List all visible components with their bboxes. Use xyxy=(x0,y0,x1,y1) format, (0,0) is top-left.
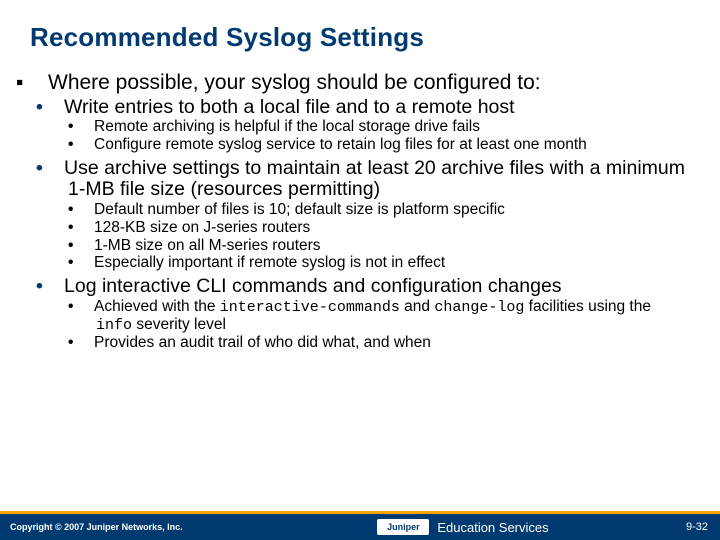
code-fragment: interactive-commands xyxy=(220,299,400,316)
group-1: •Use archive settings to maintain at lea… xyxy=(34,158,686,272)
dot-bullet-icon: • xyxy=(52,158,64,180)
slide: Recommended Syslog Settings ▪Where possi… xyxy=(0,0,720,540)
bullet-lvl3: •Achieved with the interactive-commands … xyxy=(82,298,686,334)
bullet-lvl3: •Configure remote syslog service to reta… xyxy=(82,136,686,154)
group-2: •Log interactive CLI commands and config… xyxy=(34,276,686,352)
bullet-lvl3: •Especially important if remote syslog i… xyxy=(82,254,686,272)
lvl3-text: Provides an audit trail of who did what,… xyxy=(94,334,431,351)
bullet-lvl3: •128-KB size on J-series routers xyxy=(82,219,686,237)
lvl3-text: 128-KB size on J-series routers xyxy=(94,219,310,236)
code-fragment: change-log xyxy=(434,299,524,316)
dot-bullet-icon: • xyxy=(82,118,94,136)
dot-bullet-icon: • xyxy=(82,237,94,255)
bullet-lvl3: •1-MB size on all M-series routers xyxy=(82,237,686,255)
footer-bar: Copyright © 2007 Juniper Networks, Inc. … xyxy=(0,514,720,540)
dot-bullet-icon: • xyxy=(82,254,94,272)
text-fragment: and xyxy=(400,298,434,315)
text-fragment: Achieved with the xyxy=(94,298,220,315)
bullet-lvl2: •Write entries to both a local file and … xyxy=(52,97,686,119)
dot-bullet-icon: • xyxy=(52,276,64,298)
lvl3-text: Remote archiving is helpful if the local… xyxy=(94,118,480,135)
bullet-lvl1: ▪Where possible, your syslog should be c… xyxy=(34,71,686,95)
bullet-lvl3: •Remote archiving is helpful if the loca… xyxy=(82,118,686,136)
footer-center: Juniper Education Services xyxy=(240,519,686,535)
bullet-lvl3: •Provides an audit trail of who did what… xyxy=(82,334,686,352)
text-fragment: facilities using the xyxy=(524,298,651,315)
copyright-text: Copyright © 2007 Juniper Networks, Inc. xyxy=(0,522,240,532)
lvl3-text: Especially important if remote syslog is… xyxy=(94,254,445,271)
bullet-lvl2: •Use archive settings to maintain at lea… xyxy=(52,158,686,202)
lvl2-text: Use archive settings to maintain at leas… xyxy=(64,157,685,201)
dot-bullet-icon: • xyxy=(82,201,94,219)
text-fragment: severity level xyxy=(132,316,226,333)
lvl3-text: Default number of files is 10; default s… xyxy=(94,201,505,218)
dot-bullet-icon: • xyxy=(82,136,94,154)
lvl3-text: Configure remote syslog service to retai… xyxy=(94,136,587,153)
group-0: •Write entries to both a local file and … xyxy=(34,97,686,154)
footer-service: Education Services xyxy=(437,520,548,535)
slide-title: Recommended Syslog Settings xyxy=(0,0,720,59)
slide-content: ▪Where possible, your syslog should be c… xyxy=(0,59,720,356)
dot-bullet-icon: • xyxy=(82,334,94,352)
dot-bullet-icon: • xyxy=(52,97,64,119)
footer: Copyright © 2007 Juniper Networks, Inc. … xyxy=(0,511,720,540)
lvl3-text: 1-MB size on all M-series routers xyxy=(94,237,321,254)
lvl2-text: Log interactive CLI commands and configu… xyxy=(64,275,562,297)
square-bullet-icon: ▪ xyxy=(34,71,48,95)
juniper-logo-icon: Juniper xyxy=(377,519,429,535)
page-number: 9-32 xyxy=(686,521,720,533)
dot-bullet-icon: • xyxy=(82,219,94,237)
code-fragment: info xyxy=(96,317,132,334)
bullet-lvl3: •Default number of files is 10; default … xyxy=(82,201,686,219)
bullet-lvl2: •Log interactive CLI commands and config… xyxy=(52,276,686,298)
lvl1-text: Where possible, your syslog should be co… xyxy=(48,71,541,94)
dot-bullet-icon: • xyxy=(82,298,94,316)
lvl3-rich: Achieved with the interactive-commands a… xyxy=(94,298,651,333)
lvl2-text: Write entries to both a local file and t… xyxy=(64,96,515,118)
